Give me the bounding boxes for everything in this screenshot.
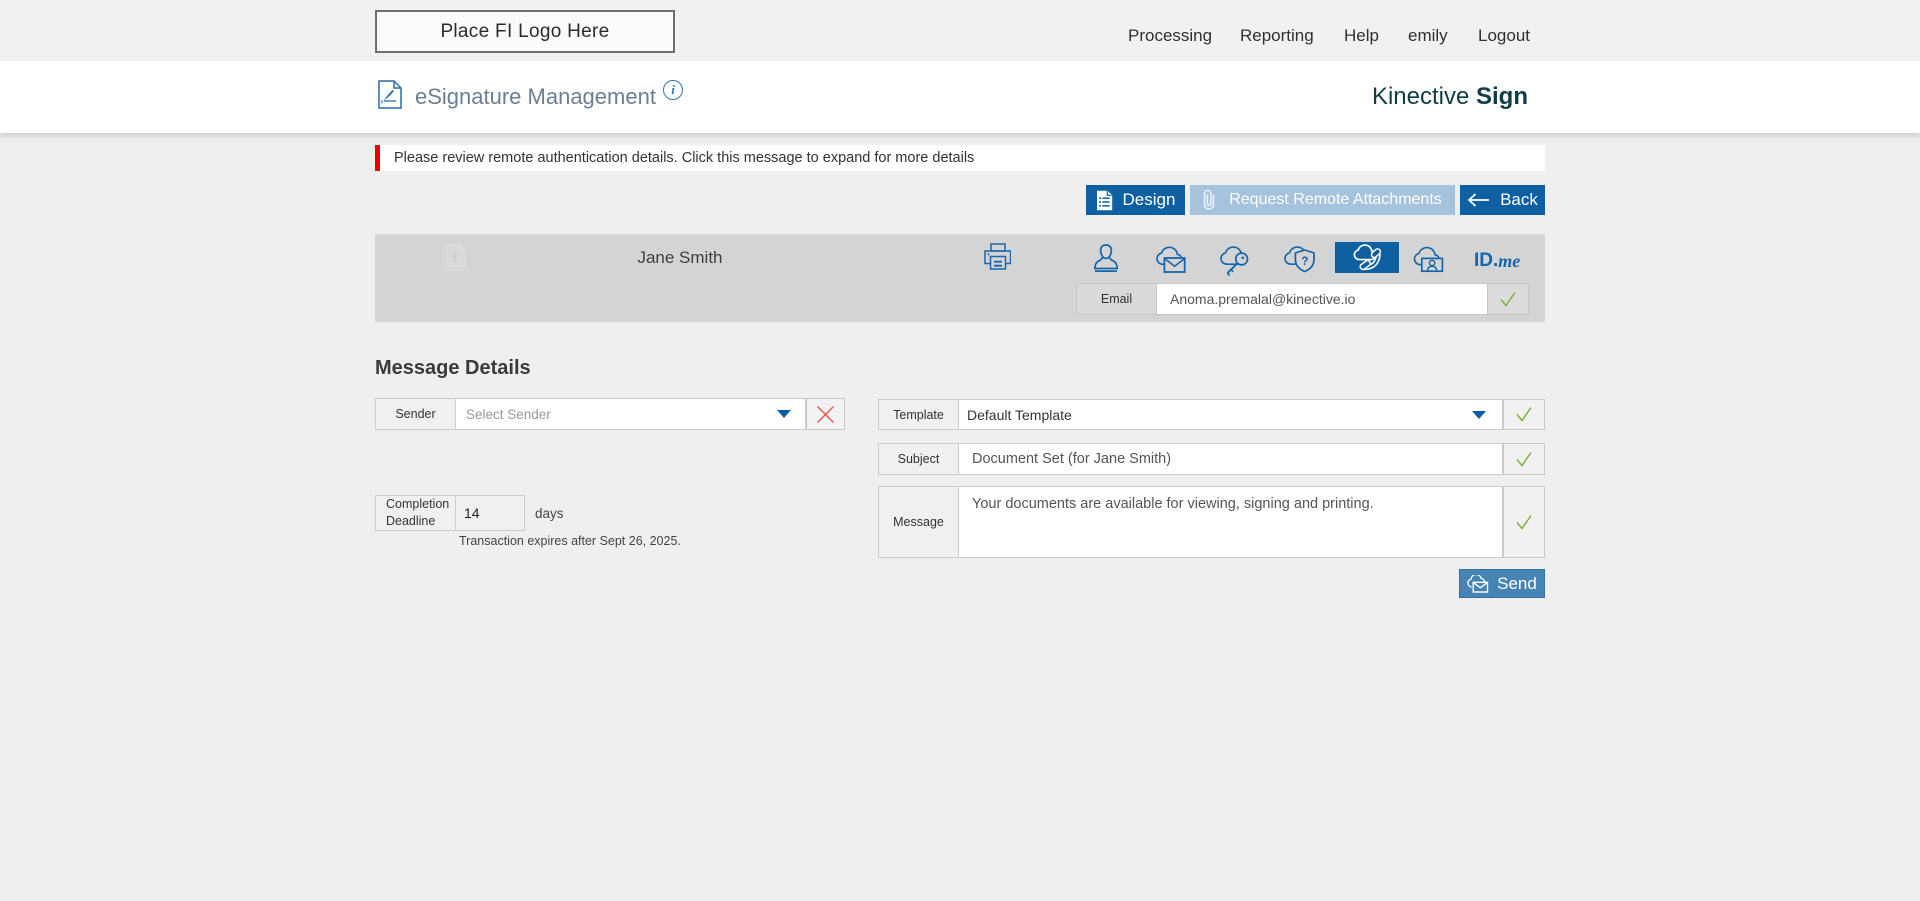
svg-text:x: x bbox=[381, 100, 384, 106]
svg-text:1: 1 bbox=[452, 253, 458, 265]
svg-text:?: ? bbox=[1301, 256, 1308, 268]
